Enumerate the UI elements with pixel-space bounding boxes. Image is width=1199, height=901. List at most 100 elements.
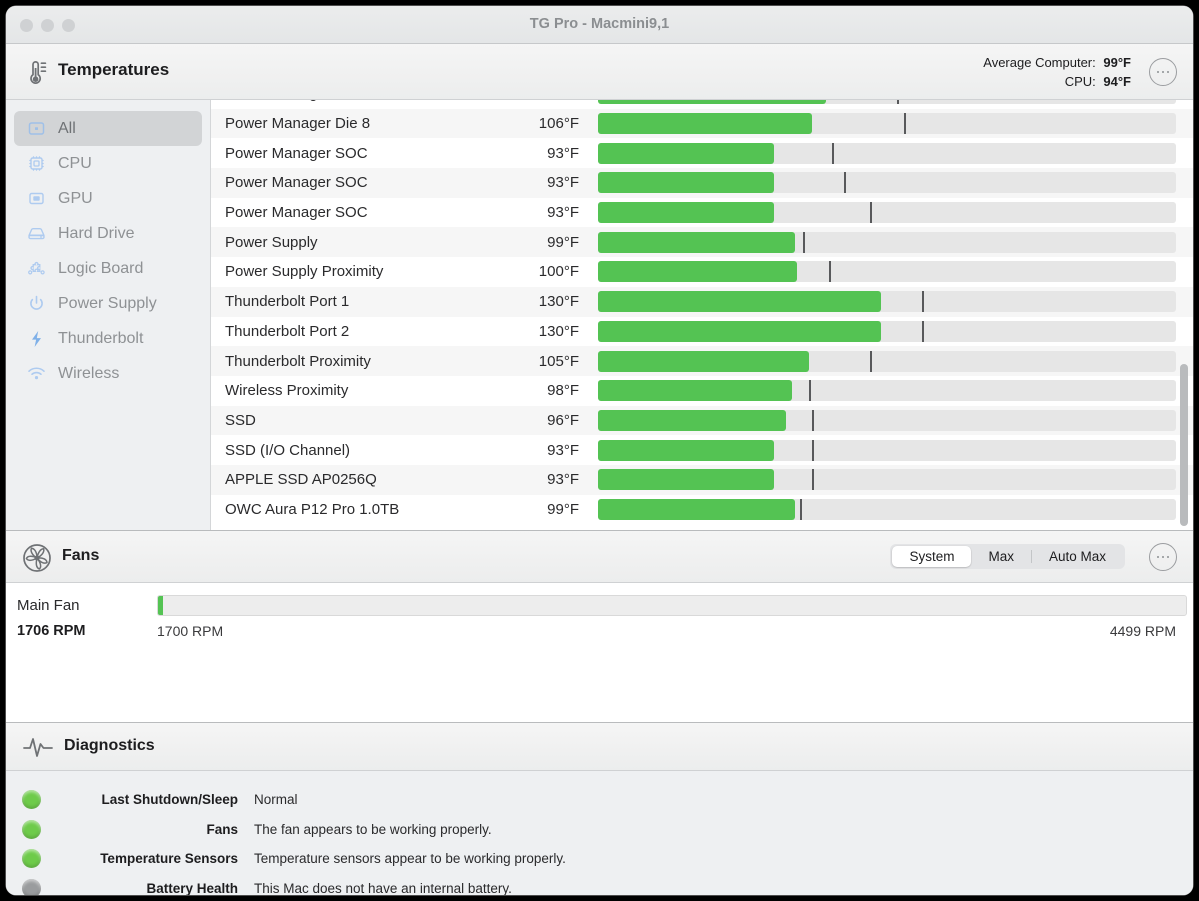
sensor-bar-peak-marker <box>812 469 814 490</box>
fans-title: Fans <box>62 547 99 565</box>
sidebar-item-wireless[interactable]: Wireless <box>14 356 202 391</box>
average-computer-readout: Average Computer: 99°F <box>983 53 1131 72</box>
table-row[interactable]: APPLE SSD AP0256Q93°F <box>211 465 1193 495</box>
sensor-bar <box>598 172 1176 193</box>
page-title: Temperatures <box>58 60 169 80</box>
status-indicator-green <box>22 849 41 868</box>
sensor-bar-peak-marker <box>870 202 872 223</box>
table-row[interactable]: SSD (I/O Channel)93°F <box>211 435 1193 465</box>
sidebar-item-label: Logic Board <box>58 260 143 278</box>
sensor-bar-peak-marker <box>800 499 802 520</box>
sensor-name: Power Manager Die 8 <box>211 115 501 132</box>
diagnostic-row: FansThe fan appears to be working proper… <box>6 815 1193 845</box>
sensor-bar-fill <box>598 143 774 164</box>
window-title: TG Pro - Macmini9,1 <box>6 16 1193 32</box>
sensor-name: SSD <box>211 412 501 429</box>
temperatures-options-button[interactable] <box>1149 58 1177 86</box>
scrollbar-thumb[interactable] <box>1180 364 1188 526</box>
sensor-temperature: 130°F <box>501 323 579 340</box>
sidebar-item-label: CPU <box>58 155 92 173</box>
fan-speed-fill <box>158 596 163 615</box>
table-row[interactable]: OWC Aura P12 Pro 1.0TB99°F <box>211 495 1193 525</box>
sensor-name: Power Manager SOC <box>211 145 501 162</box>
sidebar-item-all[interactable]: All <box>14 111 202 146</box>
sidebar-item-power-supply[interactable]: Power Supply <box>14 286 202 321</box>
sensor-bar-peak-marker <box>922 321 924 342</box>
diagnostics-section-body: Last Shutdown/Sleep Normal FansThe fan app… <box>6 771 1193 895</box>
fan-name-label: Main Fan <box>17 597 80 614</box>
table-row[interactable]: Thunderbolt Port 2130°F <box>211 317 1193 347</box>
window-titlebar: TG Pro - Macmini9,1 <box>6 6 1193 44</box>
cpu-readout: CPU: 94°F <box>983 72 1131 91</box>
sensor-table-rows: Power Manager Die 7110°FPower Manager Di… <box>211 100 1193 524</box>
cpu-chip-icon <box>25 154 47 174</box>
fan-mode-max[interactable]: Max <box>971 546 1031 567</box>
table-row[interactable]: SSD96°F <box>211 406 1193 436</box>
sensor-table-scrollbar[interactable] <box>1177 100 1191 530</box>
sidebar-item-hard-drive[interactable]: Hard Drive <box>14 216 202 251</box>
temperatures-section-header: Temperatures Average Computer: 99°F CPU:… <box>6 44 1193 100</box>
hard-drive-icon <box>25 224 47 244</box>
sensor-name: Power Supply <box>211 234 501 251</box>
sidebar-item-label: Wireless <box>58 365 119 383</box>
sensor-bar-peak-marker <box>812 410 814 431</box>
sensor-bar <box>598 143 1176 164</box>
diagnostic-label: Last Shutdown/Sleep <box>53 792 238 807</box>
sensor-bar-fill <box>598 351 809 372</box>
sensor-bar-fill <box>598 321 881 342</box>
sensor-bar-fill <box>598 410 786 431</box>
sensor-bar-peak-marker <box>904 113 906 134</box>
sensor-temperature: 99°F <box>501 234 579 251</box>
sensor-bar-fill <box>598 232 795 253</box>
table-row[interactable]: Thunderbolt Proximity105°F <box>211 346 1193 376</box>
fan-mode-system[interactable]: System <box>892 546 971 567</box>
diagnostic-status-text: Temperature sensors appear to be working… <box>254 851 566 866</box>
sensor-bar-peak-marker <box>844 172 846 193</box>
table-row[interactable]: Power Manager SOC93°F <box>211 168 1193 198</box>
table-row[interactable]: Power Manager SOC93°F <box>211 198 1193 228</box>
sensor-temperature: 93°F <box>501 174 579 191</box>
category-sidebar: All CPU GPU Hard Drive <box>6 100 211 530</box>
table-row[interactable]: Power Manager SOC93°F <box>211 138 1193 168</box>
sensor-bar-peak-marker <box>832 143 834 164</box>
diagnostic-status-text: This Mac does not have an internal batte… <box>254 881 512 895</box>
fans-options-button[interactable] <box>1149 543 1177 571</box>
fan-max-rpm-label: 4499 RPM <box>1110 623 1176 639</box>
table-row[interactable]: Power Manager Die 8106°F <box>211 109 1193 139</box>
sidebar-item-gpu[interactable]: GPU <box>14 181 202 216</box>
gpu-chip-icon <box>25 189 47 209</box>
sensor-temperature: 93°F <box>501 442 579 459</box>
sensor-bar <box>598 261 1176 282</box>
diagnostics-section-header: Diagnostics <box>6 723 1193 771</box>
sensor-name: Thunderbolt Proximity <box>211 353 501 370</box>
table-row[interactable]: Thunderbolt Port 1130°F <box>211 287 1193 317</box>
ellipsis-dot <box>1157 556 1160 559</box>
fan-mode-segmented-control[interactable]: System Max Auto Max <box>890 544 1125 569</box>
fan-mode-auto-max[interactable]: Auto Max <box>1032 546 1123 567</box>
table-row[interactable]: Power Supply99°F <box>211 227 1193 257</box>
sensor-bar-fill <box>598 113 812 134</box>
sidebar-item-label: Hard Drive <box>58 225 134 243</box>
table-row[interactable]: Wireless Proximity98°F <box>211 376 1193 406</box>
average-computer-value: 99°F <box>1103 55 1131 70</box>
thermometer-icon <box>22 58 50 92</box>
diagnostic-status-text: Normal <box>254 792 298 807</box>
sidebar-item-cpu[interactable]: CPU <box>14 146 202 181</box>
table-row[interactable]: Power Supply Proximity100°F <box>211 257 1193 287</box>
sensor-bar-peak-marker <box>803 232 805 253</box>
diagnostic-row: Battery HealthThis Mac does not have an … <box>6 874 1193 896</box>
sensor-temperature: 106°F <box>501 115 579 132</box>
cpu-label: CPU: <box>1065 74 1096 89</box>
sensor-bar <box>598 291 1176 312</box>
sensor-name: Power Supply Proximity <box>211 263 501 280</box>
average-computer-label: Average Computer: <box>983 55 1096 70</box>
fan-speed-slider[interactable] <box>157 595 1187 616</box>
sensor-table[interactable]: Power Manager Die 7110°FPower Manager Di… <box>211 100 1193 530</box>
temperatures-section-body: All CPU GPU Hard Drive <box>6 100 1193 531</box>
sidebar-item-logic-board[interactable]: Logic Board <box>14 251 202 286</box>
diagnostic-row: Last Shutdown/Sleep Normal <box>6 785 1193 815</box>
sensor-name: Power Manager Die 7 <box>211 100 501 102</box>
ellipsis-dot <box>1157 71 1160 74</box>
table-row[interactable]: Power Manager Die 7110°F <box>211 100 1193 109</box>
sidebar-item-thunderbolt[interactable]: Thunderbolt <box>14 321 202 356</box>
